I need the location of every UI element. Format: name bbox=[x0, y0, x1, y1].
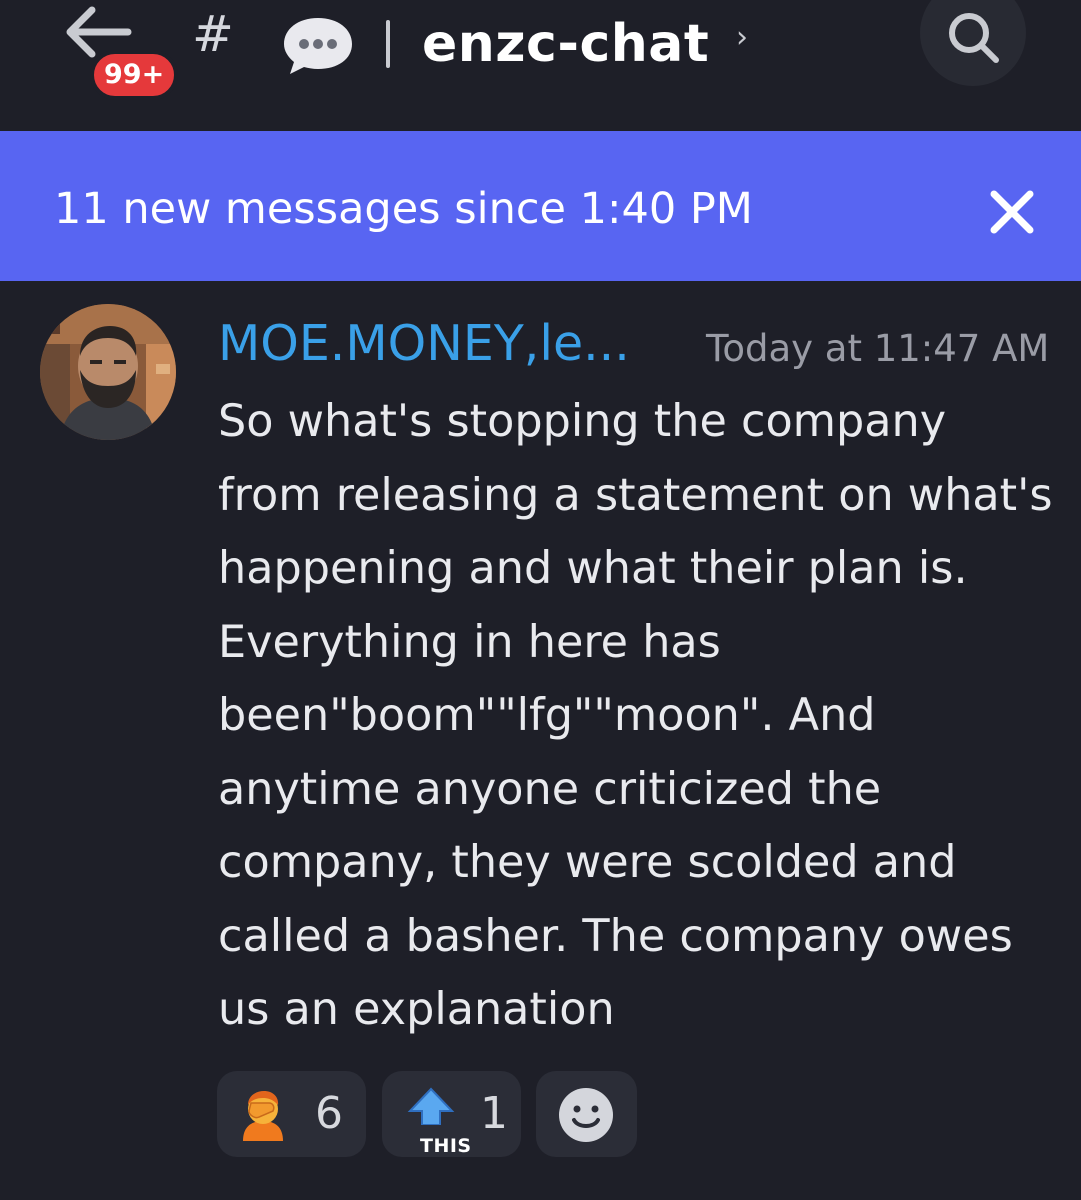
add-reaction-button[interactable] bbox=[536, 1071, 637, 1157]
search-icon bbox=[949, 13, 999, 63]
person-facepalming-emoji bbox=[243, 1091, 283, 1141]
message-timestamp: Today at 11:47 AM bbox=[706, 327, 1050, 370]
reaction-count: 1 bbox=[480, 1088, 508, 1139]
channel-hash-icon: # bbox=[192, 5, 234, 63]
close-icon[interactable] bbox=[986, 186, 1038, 238]
reaction-count: 6 bbox=[315, 1088, 343, 1139]
message-text: So what's stopping the company from rele… bbox=[218, 396, 1053, 1035]
this-arrow-emoji: THIS bbox=[400, 1085, 471, 1157]
speech-bubble-icon bbox=[280, 14, 356, 76]
channel-header: 99+ # enzc-chat › bbox=[0, 0, 1081, 131]
message-author[interactable]: MOE.MONEY,le... bbox=[218, 312, 630, 376]
new-messages-text: 11 new messages since 1:40 PM bbox=[54, 184, 753, 234]
chevron-right-icon[interactable]: › bbox=[736, 18, 748, 58]
channel-name[interactable]: enzc-chat bbox=[422, 8, 709, 80]
this-emoji-label: THIS bbox=[420, 1135, 472, 1157]
search-button[interactable] bbox=[920, 0, 1026, 86]
new-messages-banner[interactable]: 11 new messages since 1:40 PM bbox=[0, 131, 1081, 281]
unread-badge: 99+ bbox=[90, 50, 179, 100]
add-reaction-smiley-icon bbox=[559, 1088, 613, 1142]
avatar[interactable] bbox=[40, 304, 176, 440]
reaction-this[interactable]: THIS 1 bbox=[382, 1071, 521, 1157]
reaction-facepalm[interactable]: 6 bbox=[217, 1071, 366, 1157]
header-divider bbox=[386, 20, 390, 68]
